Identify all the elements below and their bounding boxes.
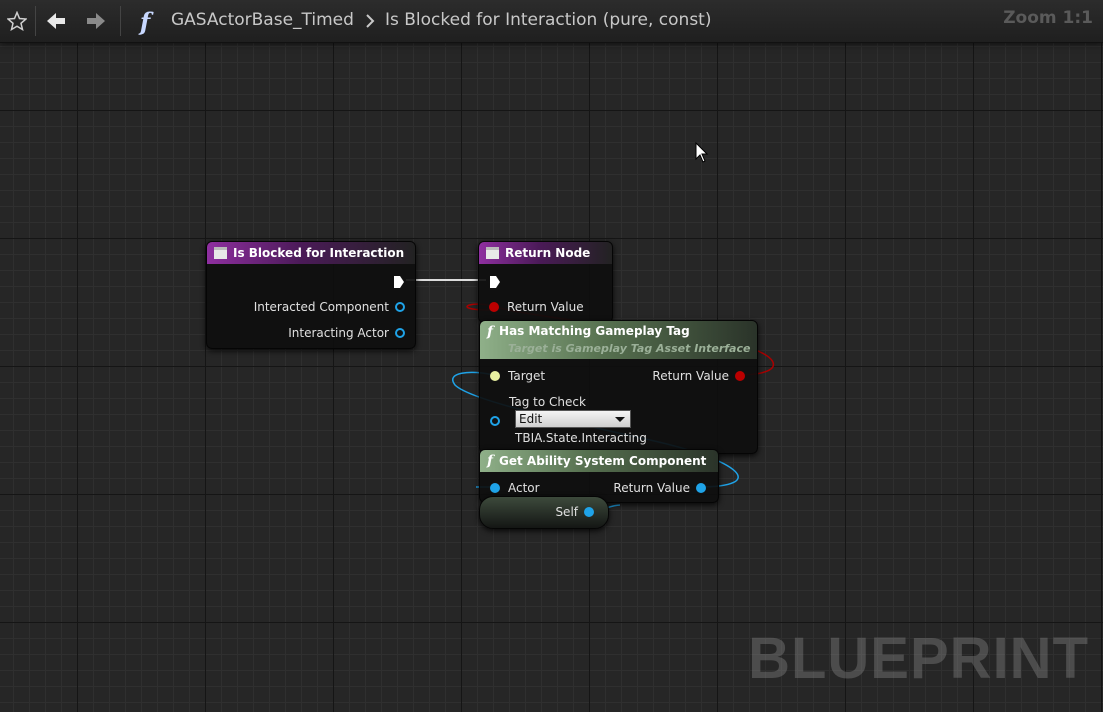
chevron-right-icon <box>364 12 376 30</box>
function-icon: f <box>139 6 151 36</box>
combo-value: Edit <box>519 412 543 426</box>
pin-label: Tag to Check <box>509 395 586 409</box>
has-matching-gameplay-tag-node[interactable]: f Has Matching Gameplay Tag Target is Ga… <box>479 320 758 454</box>
get-asc-node-header[interactable]: f Get Ability System Component <box>480 450 718 472</box>
object-pin[interactable] <box>395 328 405 338</box>
actor-pin-row[interactable]: Actor <box>490 481 540 495</box>
star-icon[interactable] <box>6 10 28 32</box>
get-asc-node-title: Get Ability System Component <box>499 454 707 468</box>
pin-label: Target <box>508 369 546 383</box>
function-return-icon <box>486 247 499 259</box>
interface-pin[interactable] <box>490 371 500 381</box>
return-node[interactable]: Return Node Return Value <box>478 241 613 323</box>
exec-in-pin[interactable] <box>489 274 501 288</box>
return-node-title: Return Node <box>505 246 591 260</box>
bool-pin[interactable] <box>735 371 745 381</box>
object-pin[interactable] <box>395 302 405 312</box>
target-pin-row[interactable]: Target <box>490 369 545 383</box>
arrow-left-icon[interactable] <box>44 10 68 32</box>
interacting-actor-pin-row[interactable]: Interacting Actor <box>288 326 405 340</box>
has-tag-node-title: Has Matching Gameplay Tag <box>499 324 690 338</box>
tag-value: TBIA.State.Interacting <box>515 431 647 445</box>
function-icon: f <box>487 324 494 340</box>
object-pin[interactable] <box>584 507 594 517</box>
pin-label: Return Value <box>507 300 584 314</box>
breadcrumb-blueprint[interactable]: GASActorBase_Timed <box>171 10 354 30</box>
get-asc-return-pin-row[interactable]: Return Value <box>613 481 706 495</box>
has-tag-node-header[interactable]: f Has Matching Gameplay Tag Target is Ga… <box>480 321 757 359</box>
return-value-pin-row[interactable]: Return Value <box>489 300 584 314</box>
chevron-down-icon <box>615 417 625 422</box>
pin-label: Actor <box>508 481 540 495</box>
toolbar-separator <box>120 6 121 36</box>
pin-label: Return Value <box>652 369 729 383</box>
interacted-component-pin-row[interactable]: Interacted Component <box>254 300 405 314</box>
entry-node-title: Is Blocked for Interaction <box>233 246 405 260</box>
toolbar-separator <box>35 6 36 36</box>
pin-label: Interacted Component <box>253 300 389 314</box>
entry-node[interactable]: Is Blocked for Interaction Interacted Co… <box>206 241 416 349</box>
exec-out-pin[interactable] <box>393 274 405 288</box>
object-pin[interactable] <box>490 483 500 493</box>
self-pin-row[interactable]: Self <box>555 505 594 519</box>
has-tag-node-subtitle: Target is Gameplay Tag Asset Interface <box>508 342 751 355</box>
pin-label: Return Value <box>613 481 690 495</box>
object-pin[interactable] <box>696 483 706 493</box>
pin-label: Self <box>555 505 578 519</box>
struct-pin[interactable] <box>490 416 500 426</box>
tag-edit-combo[interactable]: Edit <box>515 410 631 428</box>
pin-label: Interacting Actor <box>288 326 389 340</box>
function-icon: f <box>487 453 494 469</box>
entry-node-header[interactable]: Is Blocked for Interaction <box>207 242 415 264</box>
breadcrumb-function[interactable]: Is Blocked for Interaction (pure, const) <box>385 10 711 30</box>
tag-to-check-label: Tag to Check <box>509 395 586 409</box>
blueprint-watermark: BLUEPRINT <box>748 626 1089 691</box>
bool-pin[interactable] <box>489 302 499 312</box>
self-node[interactable]: Self <box>479 496 609 529</box>
arrow-right-icon[interactable] <box>84 10 108 32</box>
mouse-cursor-icon <box>695 141 709 168</box>
graph-toolbar: f GASActorBase_Timed Is Blocked for Inte… <box>0 0 1103 43</box>
tag-value-text: TBIA.State.Interacting <box>515 431 647 445</box>
zoom-level: Zoom 1:1 <box>1003 8 1093 28</box>
return-node-header[interactable]: Return Node <box>479 242 612 264</box>
has-tag-return-pin-row[interactable]: Return Value <box>652 369 745 383</box>
function-entry-icon <box>214 247 227 259</box>
get-ability-system-component-node[interactable]: f Get Ability System Component Actor Ret… <box>479 449 719 503</box>
